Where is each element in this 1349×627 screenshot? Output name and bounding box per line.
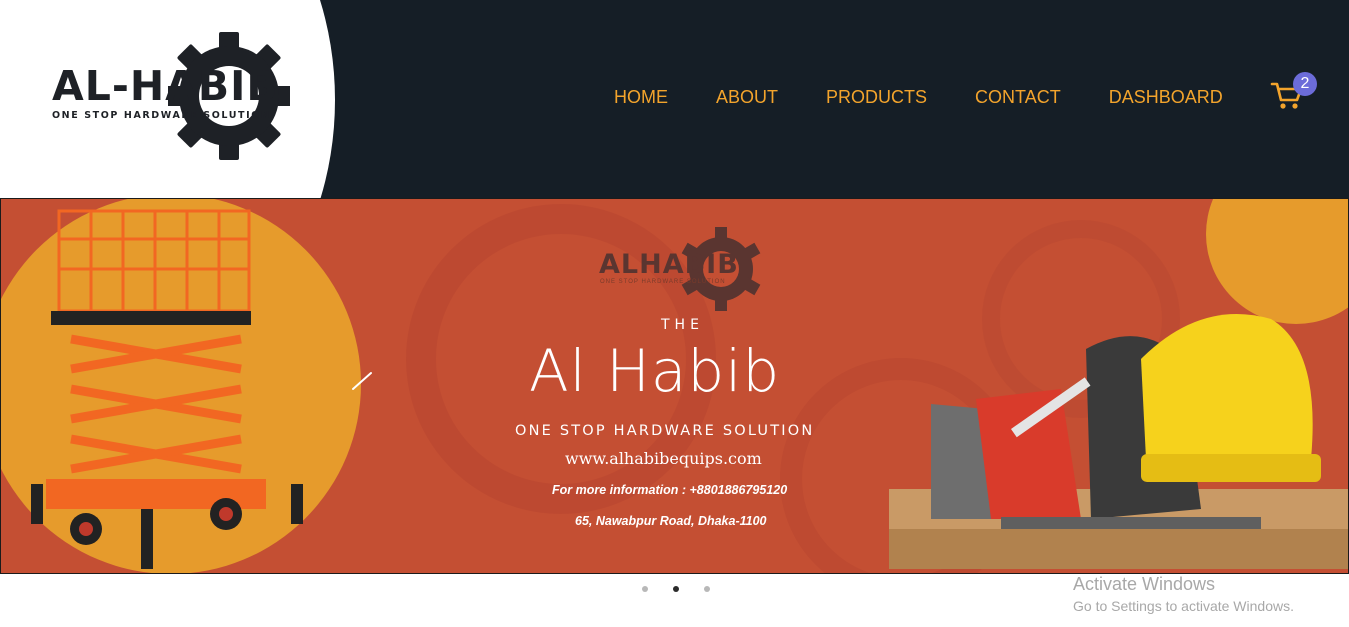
banner-url: www.alhabibequips.com — [565, 449, 762, 468]
logo-wordmark: AL-HABIB — [52, 62, 279, 110]
watermark-subtitle: Go to Settings to activate Windows. — [1073, 598, 1294, 614]
site-header: AL-HABIB ONE STOP HARDWARE SOLUTION HOME… — [0, 0, 1349, 198]
banner-logo-tagline: ONE STOP HARDWARE SOLUTION — [600, 279, 726, 285]
carousel-indicators — [642, 586, 710, 592]
nav-home[interactable]: HOME — [614, 87, 668, 107]
nav-about[interactable]: ABOUT — [716, 87, 778, 107]
hero-banner: ALHABIB ONE STOP HARDWARE SOLUTION THE A… — [0, 198, 1349, 574]
nav-dashboard[interactable]: DASHBOARD — [1109, 87, 1223, 107]
banner-contact-info: For more information : +8801886795120 — [552, 483, 788, 497]
carousel-dot[interactable] — [704, 586, 710, 592]
cart-count-badge: 2 — [1293, 72, 1317, 96]
banner-logo-wordmark: ALHABIB — [599, 249, 739, 280]
tools-image — [889, 314, 1348, 569]
banner-address: 65, Nawabpur Road, Dhaka-1100 — [575, 514, 767, 528]
page: AL-HABIB ONE STOP HARDWARE SOLUTION HOME… — [0, 0, 1349, 627]
carousel-dot-active[interactable] — [673, 586, 679, 592]
chevron-left-icon[interactable] — [349, 367, 377, 395]
logo-tagline: ONE STOP HARDWARE SOLUTION — [52, 110, 271, 121]
watermark-title: Activate Windows — [1073, 574, 1216, 594]
main-nav: HOME ABOUT PRODUCTS CONTACT DASHBOARD — [614, 87, 1223, 107]
banner-the: THE — [661, 317, 704, 333]
banner-title: Al Habib — [529, 337, 781, 405]
nav-products[interactable]: PRODUCTS — [826, 87, 927, 107]
nav-contact[interactable]: CONTACT — [975, 87, 1061, 107]
carousel-dot[interactable] — [642, 586, 648, 592]
site-logo[interactable]: AL-HABIB ONE STOP HARDWARE SOLUTION — [50, 30, 295, 162]
banner-subtitle: ONE STOP HARDWARE SOLUTION — [515, 423, 815, 439]
windows-activation-watermark: Activate Windows Go to Settings to activ… — [1073, 573, 1294, 616]
